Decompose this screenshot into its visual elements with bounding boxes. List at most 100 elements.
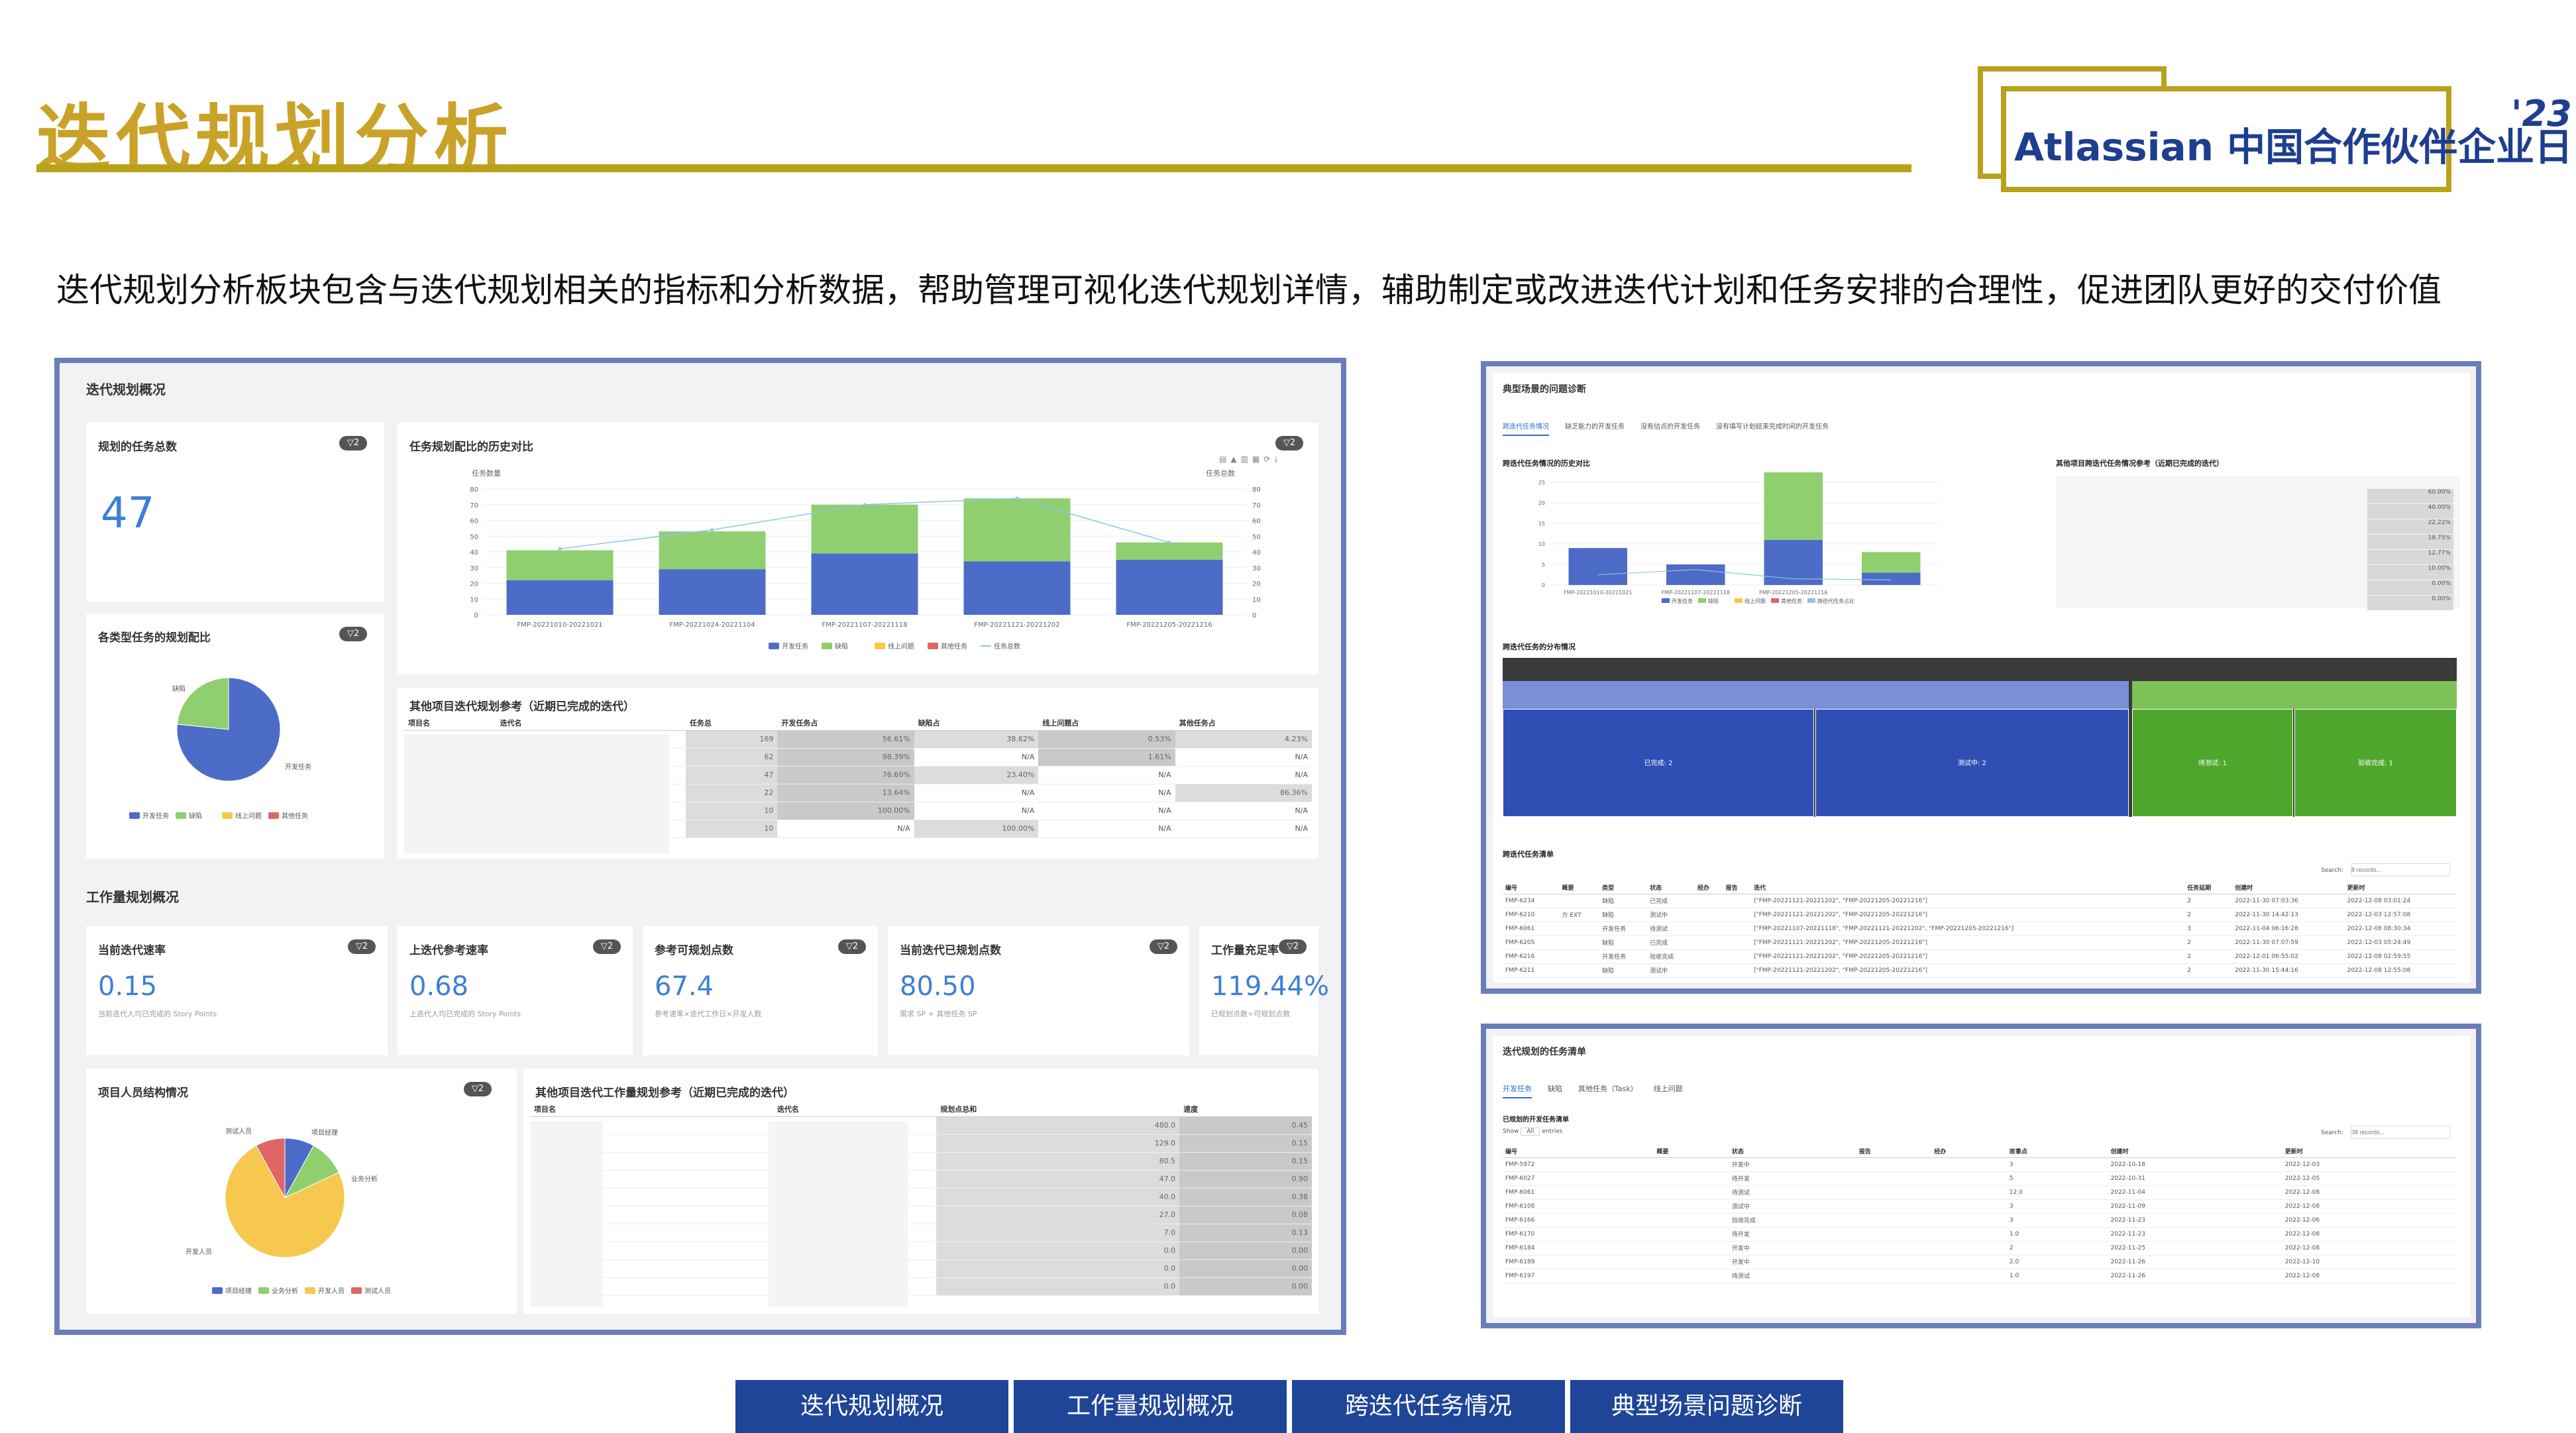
table-header-row: 编号 概要 状态 报告 经办 故事点 创建时 更新时 (1503, 1145, 2457, 1158)
treemap-cell[interactable]: 已完成: 2 (1503, 709, 1814, 817)
table-cell: 169 (685, 730, 778, 749)
filter-badge[interactable]: ▽2 (593, 939, 621, 954)
column-header[interactable]: 编号 (1503, 882, 1560, 894)
column-header[interactable]: 任务总 (685, 716, 778, 731)
column-header[interactable]: 概要 (1654, 1145, 1729, 1158)
table-cell: 4.23% (1175, 730, 1312, 749)
table-cell: 40.0 (936, 1188, 1180, 1206)
kpi-caption: 需求 SP + 其他任务 SP (900, 1010, 977, 1018)
table-cell: 2022-11-30 07:07:59 (2232, 935, 2345, 950)
table-row: 27.0 0.08 (530, 1206, 1312, 1224)
show-entries-select[interactable]: All (1521, 1128, 1540, 1136)
tab[interactable]: 缺陷 (1548, 1085, 1562, 1093)
filter-badge[interactable]: ▽2 (348, 939, 376, 954)
table-cell: 2022-11-04 (2108, 1185, 2282, 1200)
y-tick-label: 0 (474, 612, 478, 619)
column-header[interactable]: 速度 (1179, 1102, 1312, 1117)
column-header[interactable]: 迭代名 (496, 716, 686, 731)
table-cell: 5 (2006, 1171, 2108, 1186)
table-cell: ["FMP-20221121-20221202", "FMP-20221205-… (1751, 908, 2185, 922)
column-header[interactable]: 状态 (1729, 1145, 1856, 1158)
column-header[interactable]: 规划点总和 (936, 1102, 1180, 1117)
treemap-cell[interactable]: 验收完成: 1 (2294, 709, 2457, 817)
filter-badge[interactable]: ▽2 (838, 939, 866, 954)
filter-badge[interactable]: ▽2 (464, 1082, 492, 1096)
column-header[interactable]: 迭代名 (773, 1102, 937, 1117)
column-header[interactable]: 类型 (1599, 882, 1648, 894)
y-tick-label-right: 60 (1252, 518, 1261, 525)
table-cell (1931, 1213, 2007, 1228)
kpi-title: 当前迭代已规划点数 (900, 944, 1001, 957)
card-title: 其他项目迭代工作量规划参考（近期已完成的迭代） (535, 1087, 794, 1100)
percent-cell: 22.22% (2367, 519, 2453, 534)
column-header[interactable]: 项目名 (530, 1102, 773, 1117)
column-header[interactable]: 创建时 (2232, 882, 2345, 894)
filter-badge[interactable]: ▽2 (339, 627, 367, 641)
filter-badge[interactable]: ▽2 (1275, 436, 1303, 451)
show-entries[interactable]: Show All entries (1503, 1128, 1562, 1136)
column-header[interactable]: 更新时 (2344, 882, 2457, 894)
treemap-cell[interactable]: 待测试: 1 (2132, 709, 2293, 817)
filter-badge[interactable]: ▽2 (339, 436, 367, 451)
column-header[interactable]: 开发任务占 (777, 716, 914, 731)
tab[interactable]: 其他任务（Task） (1578, 1085, 1638, 1093)
column-header[interactable]: 任务延期 (2184, 882, 2233, 894)
x-tick-label: FMP-20221010-20221021 (1564, 590, 1632, 596)
tab[interactable]: 线上问题 (1654, 1085, 1683, 1093)
chart-toolbar-icons[interactable]: ▤▲▥▦⟳⤓ (1219, 454, 1282, 464)
y-tick-label: 50 (470, 533, 478, 541)
nav-workload-overview-button[interactable]: 工作量规划概况 (1014, 1380, 1287, 1433)
treemap-cell[interactable]: 测试中: 2 (1815, 709, 2129, 817)
tab[interactable]: 没有填写计划结束完成时间的开发任务 (1716, 423, 1829, 431)
filter-badge[interactable]: ▽2 (1279, 939, 1307, 954)
column-header[interactable]: 迭代 (1751, 882, 2185, 894)
table-cell: 测试中 (1647, 908, 1695, 922)
filter-badge[interactable]: ▽2 (1150, 939, 1177, 954)
kpi-caption: 上迭代人均已完成的 Story Points (409, 1010, 521, 1018)
table-cell: 开发中 (1729, 1157, 1856, 1172)
table-cell: 100.00% (914, 820, 1039, 838)
tab[interactable]: 开发任务 (1503, 1085, 1532, 1098)
task-type-pie-chart: 开发任务 缺陷 线上问题 其他任务缺陷开发任务 (129, 677, 311, 820)
column-header[interactable]: 经办 (1695, 882, 1723, 894)
column-header[interactable]: 其他任务占 (1175, 716, 1312, 731)
task-list-tabs[interactable]: 开发任务 缺陷 其他任务（Task） 线上问题 (1503, 1083, 1699, 1098)
column-header[interactable]: 创建时 (2108, 1145, 2282, 1158)
task-search-input[interactable] (2351, 1126, 2450, 1139)
nav-diagnosis-button[interactable]: 典型场景问题诊断 (1570, 1380, 1843, 1433)
table-cell: N/A (1175, 820, 1312, 838)
column-header[interactable]: 概要 (1559, 882, 1600, 894)
table-cell: ["FMP-20221121-20221202", "FMP-20221205-… (1751, 949, 2185, 964)
column-header[interactable]: 缺陷占 (914, 716, 1039, 731)
y-tick-label-right: 20 (1252, 581, 1261, 588)
tab[interactable]: 缺乏能力的开发任务 (1565, 423, 1625, 431)
tab[interactable]: 跨迭代任务情况 (1503, 423, 1549, 436)
card-title: 项目人员结构情况 (98, 1087, 188, 1100)
column-header[interactable]: 项目名 (404, 716, 496, 731)
column-header[interactable]: 更新时 (2282, 1145, 2457, 1158)
diagnosis-panel: 典型场景的问题诊断 跨迭代任务情况 缺乏能力的开发任务 没有估点的开发任务 没有填写计… (1493, 373, 2470, 982)
column-header[interactable]: 线上问题占 (1038, 716, 1175, 731)
bar-缺陷 (1116, 542, 1223, 560)
table-cell: 2022-12-08 (2282, 1199, 2457, 1214)
tab[interactable]: 没有估点的开发任务 (1640, 423, 1700, 431)
nav-cross-iteration-button[interactable]: 跨迭代任务情况 (1292, 1380, 1565, 1433)
table-cell: 100.00% (777, 802, 914, 820)
nav-iteration-overview-button[interactable]: 迭代规划概况 (735, 1380, 1008, 1433)
cross-list-search-input[interactable] (2351, 863, 2450, 876)
table-cell: FMP-5972 (1503, 1157, 1654, 1172)
column-header[interactable]: 编号 (1503, 1145, 1654, 1158)
column-header[interactable]: 经办 (1931, 1145, 2007, 1158)
table-cell: 2022-11-30 15:44:16 (2232, 963, 2345, 978)
table-cell: 0.00 (1179, 1259, 1312, 1278)
diagnosis-tabs[interactable]: 跨迭代任务情况 缺乏能力的开发任务 没有估点的开发任务 没有填写计划结束完成时间的开发… (1503, 421, 1845, 436)
column-header[interactable]: 报告 (1723, 882, 1752, 894)
legend-swatch (1662, 598, 1670, 603)
bar-开发任务 (963, 561, 1071, 615)
column-header[interactable]: 报告 (1856, 1145, 1932, 1158)
column-header[interactable]: 状态 (1647, 882, 1695, 894)
table-cell: 2022-10-18 (2108, 1157, 2282, 1172)
table-cell: ["FMP-20221121-20221202", "FMP-20221205-… (1751, 894, 2185, 908)
column-header[interactable]: 故事点 (2006, 1145, 2108, 1158)
table-cell (1723, 963, 1752, 978)
